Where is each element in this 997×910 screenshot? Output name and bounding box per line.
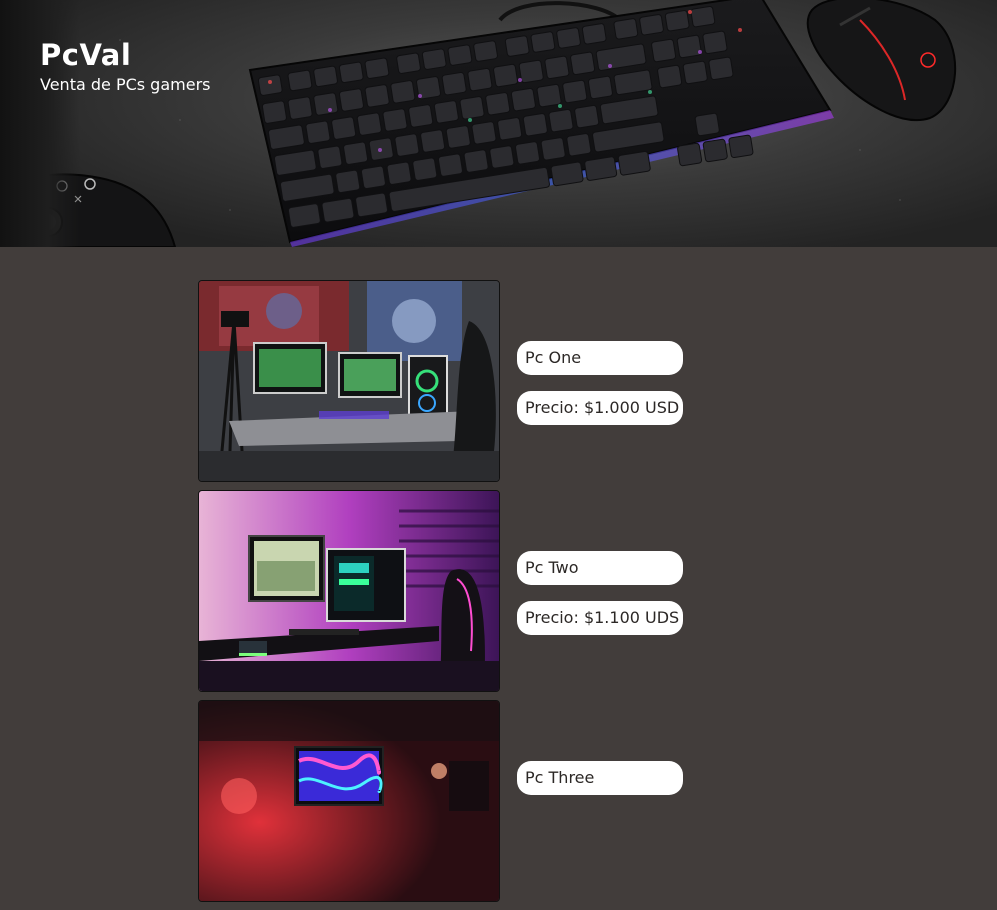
site-title: PcVal bbox=[40, 38, 132, 72]
product-name: Pc Two bbox=[517, 551, 683, 585]
keyboard-icon bbox=[248, 0, 834, 247]
product-name: Pc One bbox=[517, 341, 683, 375]
product-card: Pc One Precio: $1.000 USD bbox=[198, 280, 698, 490]
product-image[interactable] bbox=[198, 490, 500, 692]
product-info: Pc One Precio: $1.000 USD bbox=[517, 341, 683, 425]
mouse-icon bbox=[806, 0, 956, 121]
product-image[interactable] bbox=[198, 280, 500, 482]
product-price: Precio: $1.100 UDS bbox=[517, 601, 683, 635]
product-card: Pc Three bbox=[198, 700, 698, 910]
product-card: Pc Two Precio: $1.100 UDS bbox=[198, 490, 698, 700]
site-subtitle: Venta de PCs gamers bbox=[40, 75, 211, 94]
product-price: Precio: $1.000 USD bbox=[517, 391, 683, 425]
product-info: Pc Three bbox=[517, 761, 683, 795]
product-image[interactable] bbox=[198, 700, 500, 902]
product-info: Pc Two Precio: $1.100 UDS bbox=[517, 551, 683, 635]
product-list: Pc One Precio: $1.000 USD Pc Two Precio:… bbox=[198, 280, 698, 910]
hero-image bbox=[0, 0, 956, 247]
product-name: Pc Three bbox=[517, 761, 683, 795]
hero-banner: PcVal Venta de PCs gamers bbox=[0, 0, 997, 247]
